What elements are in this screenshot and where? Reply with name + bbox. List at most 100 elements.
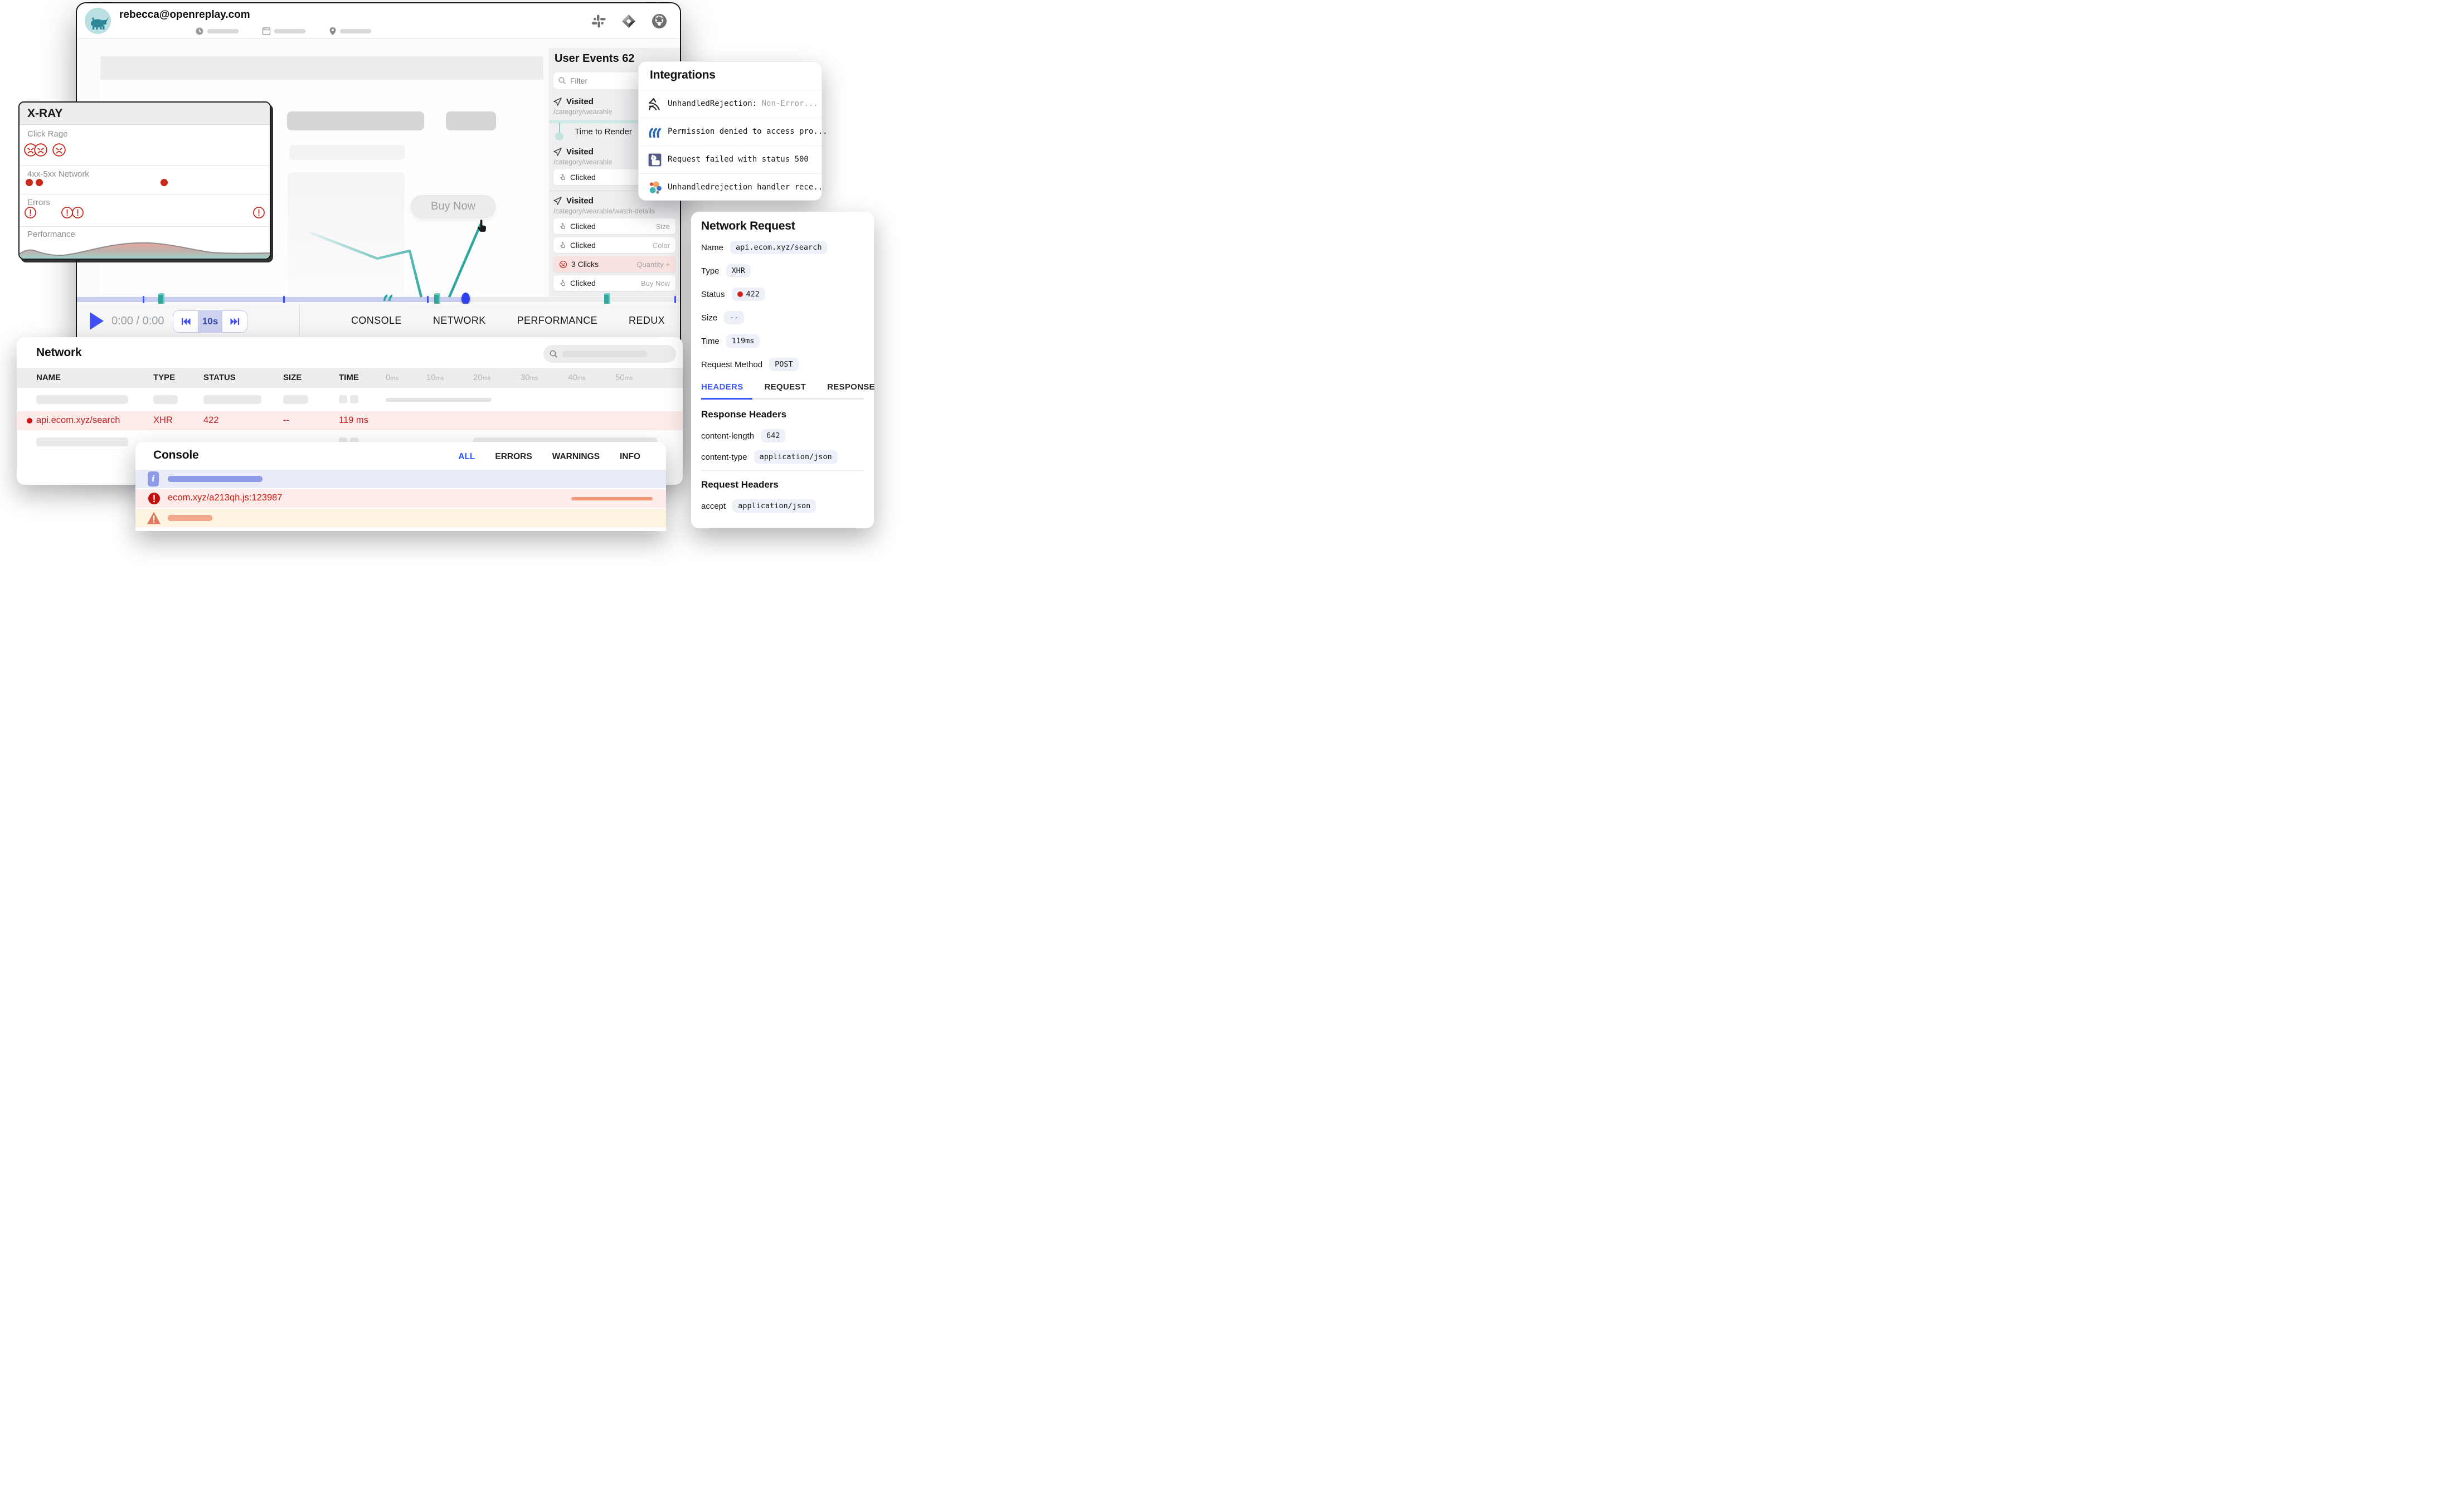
skip-forward-button[interactable] — [222, 311, 247, 332]
sentry-icon — [648, 97, 662, 111]
elastic-icon — [648, 181, 662, 195]
tab-response[interactable]: RESPONSE — [827, 382, 875, 392]
xray-section-label: 4xx-5xx Network — [27, 169, 89, 179]
tab-request[interactable]: REQUEST — [764, 382, 806, 392]
response-headers-title: Response Headers — [701, 409, 786, 420]
tab-redux[interactable]: REDUX — [629, 315, 665, 327]
timeline-event-tick[interactable] — [427, 296, 429, 303]
divider — [299, 304, 300, 339]
console-tab-info[interactable]: INFO — [620, 452, 640, 462]
console-tab-errors[interactable]: ERRORS — [495, 452, 532, 462]
event-path: /category/wearable/watch-details — [553, 207, 655, 215]
console-tab-warnings[interactable]: WARNINGS — [552, 452, 600, 462]
integration-row-elastic[interactable]: Unhandledrejection handler rece.. — [639, 173, 822, 201]
field-name: Name api.ecom.xyz/search — [701, 241, 827, 254]
console-tab-all[interactable]: ALL — [458, 452, 475, 462]
session-browser-meta — [262, 27, 305, 36]
field-name-value: api.ecom.xyz/search — [730, 241, 827, 254]
timeline-note-marker[interactable] — [158, 293, 164, 305]
request-type: XHR — [153, 415, 173, 426]
tab-headers[interactable]: HEADERS — [701, 382, 743, 392]
console-error-message: ecom.xyz/a213qh.js:123987 — [168, 493, 282, 503]
visited-icon — [553, 98, 562, 106]
time-tick: 20ms — [473, 373, 490, 382]
slack-icon[interactable] — [591, 13, 606, 29]
xray-title: X-RAY — [27, 107, 62, 120]
network-error-row[interactable]: api.ecom.xyz/search XHR 422 -- 119 ms — [17, 411, 683, 430]
user-email: rebecca@openreplay.com — [119, 9, 250, 21]
console-error-row[interactable]: ecom.xyz/a213qh.js:123987 — [135, 489, 666, 508]
click-hand-icon — [559, 222, 566, 230]
play-button[interactable] — [88, 311, 105, 331]
field-status-value: 422 — [732, 288, 765, 301]
rage-click-icon[interactable] — [33, 143, 48, 157]
buy-now-button[interactable]: Buy Now — [411, 195, 495, 218]
timeline-event-tick[interactable] — [283, 296, 285, 303]
waterfall-bar — [386, 398, 492, 402]
event-visited[interactable]: Visited — [553, 196, 594, 206]
field-method-value: POST — [769, 358, 799, 371]
divider — [701, 470, 864, 471]
network-error-dot[interactable] — [26, 179, 33, 186]
rage-click-icon[interactable] — [52, 143, 66, 157]
quote-marker-icon[interactable] — [383, 294, 393, 301]
error-detail-bar — [571, 497, 653, 500]
event-clicked-card[interactable]: Clicked Color — [553, 237, 675, 253]
github-icon[interactable] — [651, 13, 668, 30]
event-visited[interactable]: Visited — [553, 97, 594, 106]
timeline-event-tick[interactable] — [143, 296, 144, 303]
skip-forward-icon — [230, 317, 240, 326]
network-error-dot[interactable] — [36, 179, 43, 186]
time-tick: 10ms — [426, 373, 444, 382]
network-request-title: Network Request — [701, 220, 795, 233]
error-icon[interactable] — [252, 206, 265, 219]
network-request-panel: Network Request Name api.ecom.xyz/search… — [691, 212, 874, 528]
clock-icon — [195, 27, 204, 36]
console-title: Console — [153, 449, 198, 462]
timeline-event-tick[interactable] — [674, 296, 676, 303]
skeleton-bar — [287, 111, 424, 130]
log-placeholder-bar — [168, 476, 263, 482]
event-clicked-card[interactable]: Clicked Buy Now — [553, 275, 675, 291]
network-error-dot[interactable] — [161, 179, 168, 186]
playhead[interactable] — [461, 293, 470, 305]
integrations-panel: Integrations UnhandledRejection: Non-Err… — [638, 61, 822, 201]
skeleton-bar — [446, 111, 496, 130]
console-warning-row[interactable] — [135, 509, 666, 527]
integration-row-sentry[interactable]: UnhandledRejection: Non-Error... — [639, 90, 822, 118]
click-hand-icon — [559, 173, 566, 181]
avatar — [85, 8, 111, 34]
error-icon[interactable] — [24, 206, 37, 219]
integration-row-waves[interactable]: Permission denied to access pro... — [639, 118, 822, 145]
event-rage-click-card[interactable]: 3 Clicks Quantity + — [553, 256, 675, 272]
session-duration-meta — [195, 27, 239, 36]
event-visited[interactable]: Visited — [553, 147, 594, 157]
tab-console[interactable]: CONSOLE — [351, 315, 402, 327]
warning-icon — [147, 511, 161, 525]
integration-row-datadog[interactable]: Request failed with status 500 — [639, 145, 822, 173]
tab-performance[interactable]: PERFORMANCE — [517, 315, 597, 327]
header-content-type: content-type application/json — [701, 450, 838, 464]
performance-chart — [20, 236, 270, 259]
timeline-note-marker[interactable] — [434, 293, 440, 305]
network-search-input[interactable] — [543, 345, 676, 363]
waves-icon — [648, 125, 662, 139]
timeline-note-marker[interactable] — [604, 293, 610, 305]
time-to-render-label: Time to Render — [575, 127, 632, 137]
network-row-skeleton[interactable] — [17, 390, 683, 409]
search-icon — [549, 349, 558, 358]
player-timeline[interactable] — [77, 295, 680, 304]
visited-icon — [553, 197, 562, 205]
event-clicked-card[interactable]: Clicked Size — [553, 218, 675, 234]
skip-back-button[interactable] — [173, 311, 198, 332]
skeleton-bar — [289, 145, 405, 160]
user-events-count: 62 — [622, 52, 634, 65]
xray-section-label: Click Rage — [27, 129, 68, 139]
error-icon[interactable] — [71, 206, 84, 219]
field-type-value: XHR — [726, 264, 751, 278]
click-hand-icon — [559, 241, 566, 249]
jira-icon[interactable] — [621, 13, 636, 29]
network-title: Network — [36, 346, 81, 359]
tab-network[interactable]: NETWORK — [433, 315, 486, 327]
console-info-row[interactable]: i — [135, 470, 666, 488]
